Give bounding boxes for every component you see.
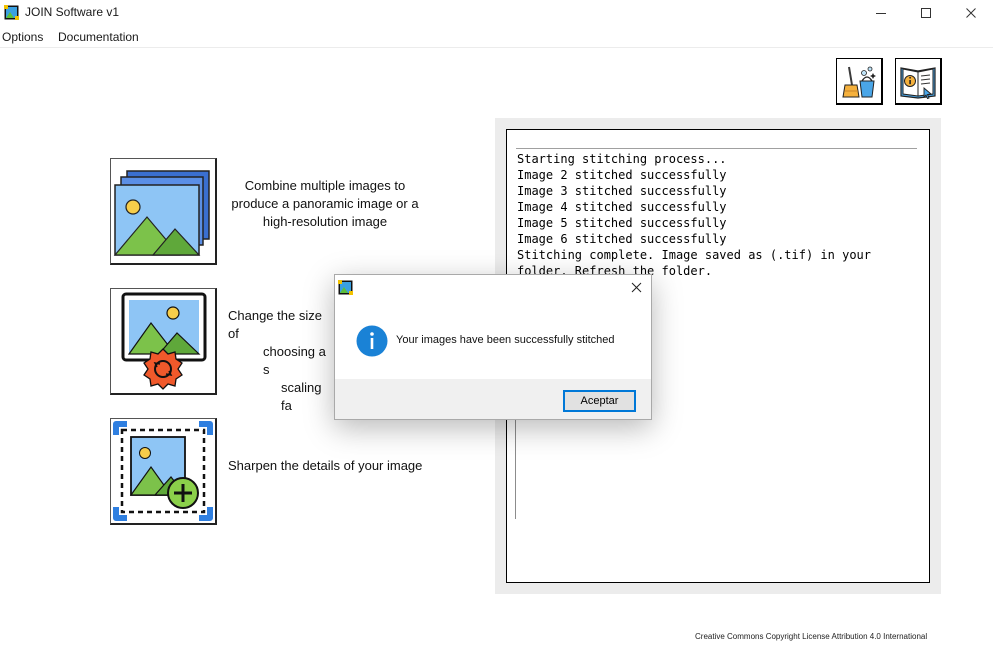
dialog-close-button[interactable] [626,278,646,296]
image-resize-gear-icon [121,292,207,390]
dialog-message: Your images have been successfully stitc… [396,334,615,346]
menu-options[interactable]: Options [2,30,43,44]
license-footer: Creative Commons Copyright License Attri… [695,632,928,641]
close-icon [966,8,976,18]
stitch-description-line: high-resolution image [262,214,388,229]
image-stack-icon [113,170,210,256]
sharpen-description-line: Sharpen the details of your image [228,458,423,473]
stitch-description-line: produce a panoramic image or a [231,196,419,211]
sharpen-button[interactable] [110,418,217,525]
app-icon [4,5,19,20]
info-book-icon [900,67,936,100]
minimize-button[interactable] [858,0,904,26]
app-icon [338,280,353,295]
menu-bar: Options Documentation [0,28,993,48]
stitch-button[interactable] [110,158,217,265]
dialog-title-bar [335,275,651,299]
stitch-description: Combine multiple images to produce a pan… [226,177,424,231]
maximize-button[interactable] [903,0,949,26]
title-bar: JOIN Software v1 [0,0,993,26]
resize-description: Change the size of choosing a s scaling … [228,307,334,415]
minimize-icon [876,13,886,14]
log-divider [516,148,917,149]
close-button[interactable] [948,0,993,26]
info-icon [356,325,388,357]
dialog-body: Your images have been successfully stitc… [335,299,651,379]
resize-description-line: Change the size of [228,308,322,341]
resize-description-line: choosing a s [263,344,326,377]
broom-bucket-icon [842,66,876,98]
image-sharpen-plus-icon [113,421,213,521]
menu-documentation[interactable]: Documentation [58,30,139,44]
log-output: Starting stitching process... Image 2 st… [517,152,872,278]
resize-description-line: scaling fa [281,380,322,413]
message-dialog: Your images have been successfully stitc… [334,274,652,420]
maximize-icon [921,8,931,18]
ok-button[interactable]: Aceptar [563,390,636,412]
resize-button[interactable] [110,288,217,395]
window-title: JOIN Software v1 [25,5,120,19]
clean-button[interactable] [836,58,883,105]
sharpen-description: Sharpen the details of your image [228,457,422,475]
close-icon [631,282,641,292]
documentation-button[interactable] [895,58,942,105]
stitch-description-line: Combine multiple images to [244,178,406,193]
